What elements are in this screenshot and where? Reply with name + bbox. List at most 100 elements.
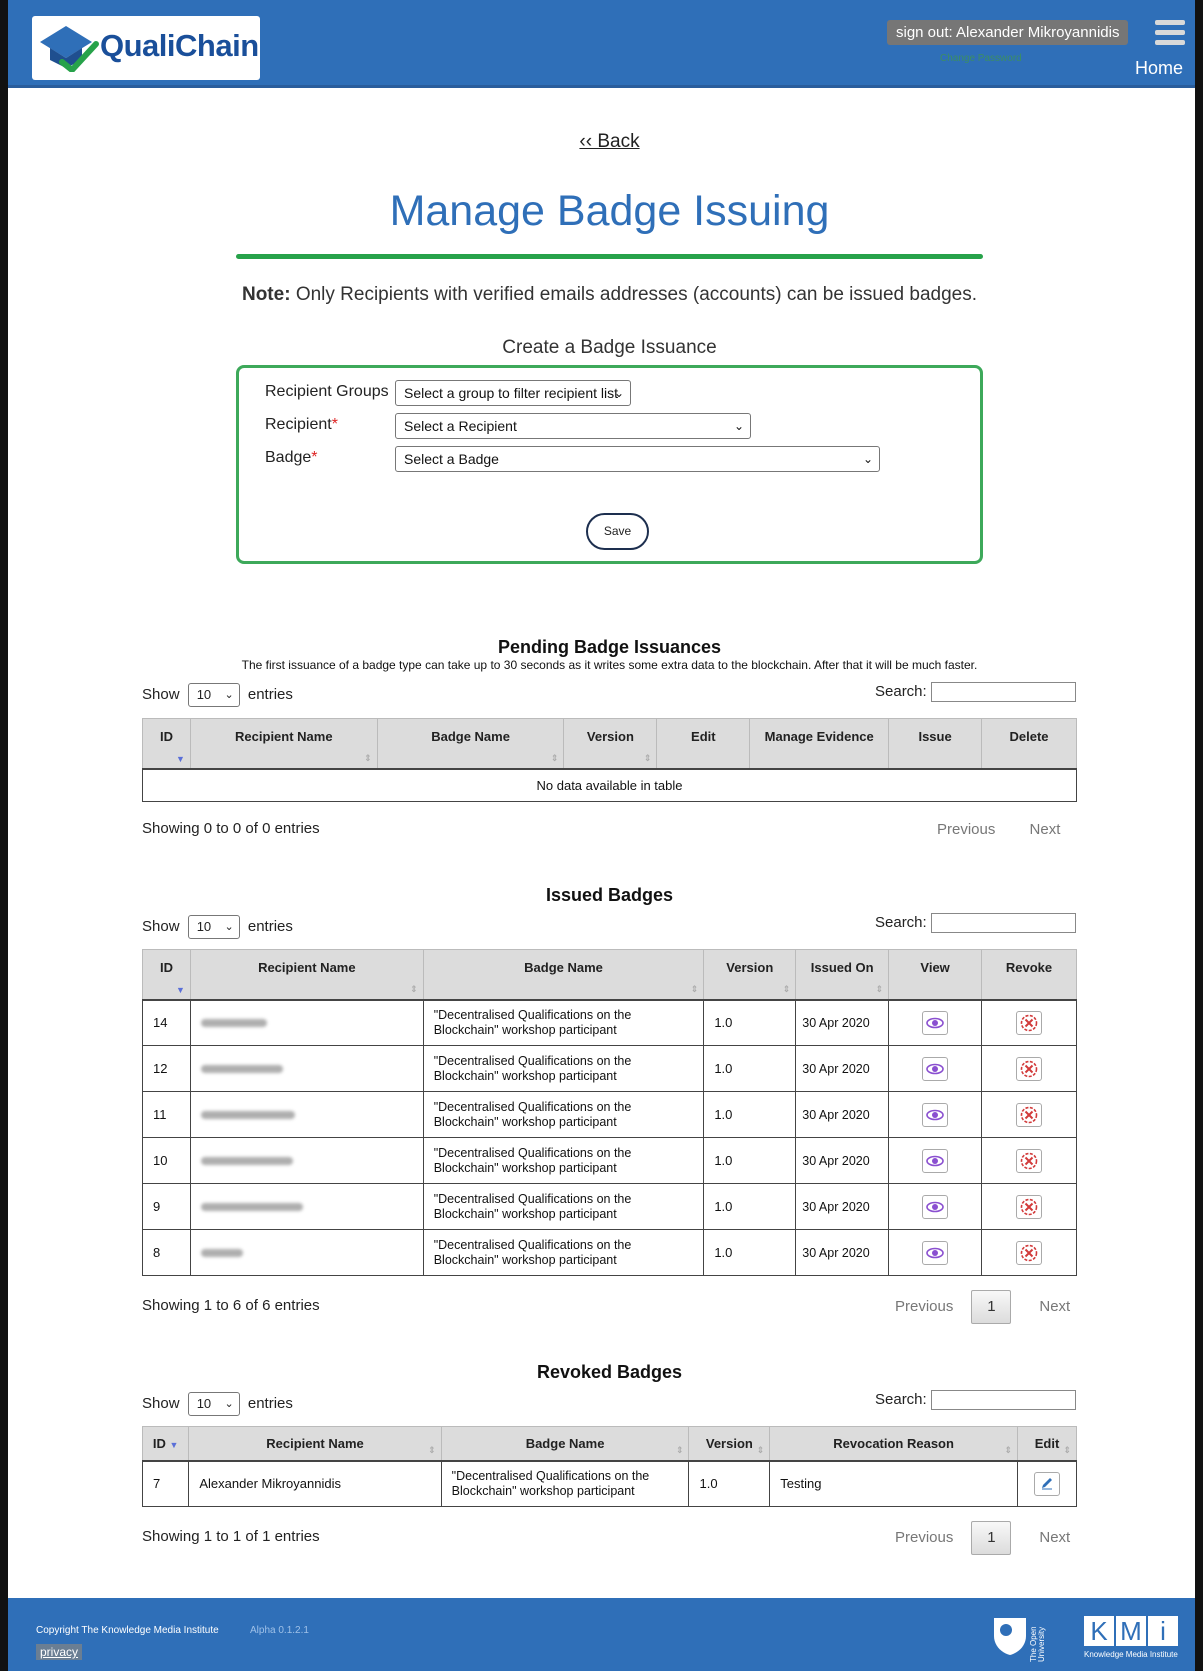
revoke-cell bbox=[981, 999, 1077, 1046]
col-version[interactable]: Version ⇕ bbox=[703, 949, 797, 1001]
sort-icon: ⇕ bbox=[428, 1444, 436, 1455]
revoke-x-icon[interactable] bbox=[1016, 1148, 1043, 1173]
col-revocation-reason[interactable]: Revocation Reason ⇕ bbox=[769, 1426, 1019, 1462]
privacy-link[interactable]: privacy bbox=[36, 1644, 83, 1660]
pending-info: Showing 0 to 0 of 0 entries bbox=[142, 820, 320, 837]
next-button[interactable]: Next bbox=[1039, 1529, 1070, 1546]
version-text: Alpha 0.1.2.1 bbox=[250, 1625, 309, 1636]
table-row: 10 "Decentralised Qualifications on the B… bbox=[142, 1137, 1077, 1184]
page-1-button[interactable]: 1 bbox=[971, 1521, 1012, 1555]
badge-name-cell: "Decentralised Qualifications on the Blo… bbox=[422, 1183, 705, 1230]
view-cell bbox=[888, 1045, 983, 1092]
issued-search-input[interactable] bbox=[930, 913, 1076, 933]
note-label: Note: bbox=[241, 284, 291, 305]
sort-icon: ⇕ bbox=[550, 752, 559, 763]
view-cell bbox=[888, 1183, 983, 1230]
row-id: 11 bbox=[142, 1091, 191, 1138]
col-edit[interactable]: Edit ⇕ bbox=[1017, 1426, 1077, 1462]
row-id: 8 bbox=[142, 1229, 191, 1276]
redaction-blur bbox=[200, 1203, 303, 1211]
badge-name-cell: "Decentralised Qualifications on the Blo… bbox=[422, 1045, 705, 1092]
sort-icon: ⇕ bbox=[756, 1444, 765, 1455]
issued-entries-select[interactable]: 10 ⌄ bbox=[187, 915, 240, 939]
recipient-groups-select[interactable]: Select a group to filter recipient list … bbox=[395, 380, 631, 406]
kmi-letter: M bbox=[1116, 1616, 1146, 1646]
view-eye-icon[interactable] bbox=[922, 1010, 949, 1035]
issued-info: Showing 1 to 6 of 6 entries bbox=[142, 1297, 320, 1314]
view-eye-icon[interactable] bbox=[922, 1148, 949, 1173]
qualichain-logo[interactable]: QualiChain bbox=[32, 16, 260, 80]
col-badge-name[interactable]: Badge Name ⇕ bbox=[422, 949, 705, 1001]
revoked-entries-select[interactable]: 10 ⌄ bbox=[187, 1392, 240, 1416]
version-cell: 1.0 bbox=[703, 999, 797, 1046]
pending-search-input[interactable] bbox=[930, 682, 1076, 702]
kmi-logo[interactable]: K M i Knowledge Media Institute bbox=[1084, 1616, 1180, 1659]
save-button[interactable]: Save bbox=[586, 513, 649, 550]
col-revoke: Revoke bbox=[981, 949, 1077, 1001]
view-eye-icon[interactable] bbox=[922, 1240, 949, 1265]
revoke-x-icon[interactable] bbox=[1016, 1056, 1043, 1081]
col-id[interactable]: ID ▼ bbox=[142, 718, 191, 770]
issued-on-cell: 30 Apr 2020 bbox=[795, 1229, 890, 1276]
revoke-x-icon[interactable] bbox=[1016, 1240, 1043, 1265]
note-text: Note: Only Recipients with verified emai… bbox=[0, 284, 1203, 306]
col-id[interactable]: ID ▼ bbox=[142, 949, 191, 1001]
col-issued-on[interactable]: Issued On ⇕ bbox=[795, 949, 890, 1001]
issued-on-cell: 30 Apr 2020 bbox=[795, 1137, 890, 1184]
recipient-label-text: Recipient bbox=[265, 416, 332, 433]
revoke-x-icon[interactable] bbox=[1016, 1102, 1043, 1127]
redaction-blur bbox=[200, 1249, 243, 1257]
entries-label: entries bbox=[247, 685, 293, 703]
table-row: 7 Alexander Mikroyannidis "Decentralised Q… bbox=[141, 1460, 1077, 1507]
previous-button[interactable]: Previous bbox=[895, 1298, 953, 1315]
redaction-blur bbox=[200, 1019, 267, 1028]
change-password-link[interactable]: Change Password bbox=[940, 53, 1022, 64]
home-link[interactable]: Home bbox=[1135, 58, 1183, 79]
view-eye-icon[interactable] bbox=[922, 1102, 949, 1127]
back-link[interactable]: ‹‹ Back bbox=[0, 131, 1203, 153]
row-id: 12 bbox=[142, 1045, 191, 1092]
col-version[interactable]: Version ⇕ bbox=[563, 718, 658, 770]
badge-select[interactable]: Select a Badge ⌄ bbox=[395, 446, 880, 472]
col-id[interactable]: ID ▼ bbox=[141, 1426, 190, 1462]
col-badge-name[interactable]: Badge Name ⇕ bbox=[440, 1426, 690, 1462]
next-button[interactable]: Next bbox=[1030, 821, 1061, 838]
revoked-pagination: Previous 1 Next bbox=[895, 1521, 1070, 1555]
col-recipient-name[interactable]: Recipient Name ⇕ bbox=[189, 718, 378, 770]
view-eye-icon[interactable] bbox=[922, 1056, 949, 1081]
sort-icon: ⇕ bbox=[1004, 1444, 1013, 1455]
col-badge-name[interactable]: Badge Name ⇕ bbox=[376, 718, 565, 770]
row-id: 9 bbox=[142, 1183, 191, 1230]
note-body: Only Recipients with verified emails add… bbox=[290, 284, 977, 305]
footer: Copyright The Knowledge Media Institute … bbox=[0, 1598, 1203, 1671]
signout-button[interactable]: sign out: Alexander Mikroyannidis bbox=[887, 20, 1129, 45]
pending-entries-select[interactable]: 10 ⌄ bbox=[187, 683, 240, 707]
col-recipient-name[interactable]: Recipient Name ⇕ bbox=[188, 1426, 442, 1462]
recipient-select[interactable]: Select a Recipient ⌄ bbox=[395, 413, 751, 439]
chevron-down-icon: ⌄ bbox=[224, 1398, 234, 1410]
edit-pencil-icon[interactable] bbox=[1034, 1471, 1060, 1496]
recipient-name-redacted bbox=[189, 1091, 424, 1138]
previous-button[interactable]: Previous bbox=[937, 821, 995, 838]
issued-on-cell: 30 Apr 2020 bbox=[795, 1091, 890, 1138]
page-1-button[interactable]: 1 bbox=[971, 1290, 1012, 1324]
col-version[interactable]: Version ⇕ bbox=[688, 1426, 771, 1462]
open-university-shield-icon[interactable] bbox=[992, 1616, 1028, 1656]
sort-icon: ⇕ bbox=[782, 983, 791, 994]
hamburger-menu-icon[interactable] bbox=[1155, 20, 1185, 46]
revoke-x-icon[interactable] bbox=[1016, 1194, 1043, 1219]
revoked-search-input[interactable] bbox=[930, 1390, 1076, 1410]
entries-value: 10 bbox=[196, 1396, 212, 1411]
sort-icon: ⇕ bbox=[675, 1444, 684, 1455]
view-cell bbox=[888, 1229, 983, 1276]
search-label: Search: bbox=[875, 913, 927, 931]
badge-label: Badge* bbox=[265, 449, 318, 467]
pending-title: Pending Badge Issuances bbox=[497, 637, 722, 657]
sort-desc-icon: ▼ bbox=[176, 753, 185, 764]
previous-button[interactable]: Previous bbox=[895, 1529, 953, 1546]
col-recipient-name[interactable]: Recipient Name ⇕ bbox=[189, 949, 424, 1001]
table-row: 8 "Decentralised Qualifications on the Bl… bbox=[142, 1229, 1077, 1276]
view-eye-icon[interactable] bbox=[922, 1194, 949, 1219]
next-button[interactable]: Next bbox=[1039, 1298, 1070, 1315]
revoke-x-icon[interactable] bbox=[1016, 1010, 1043, 1035]
